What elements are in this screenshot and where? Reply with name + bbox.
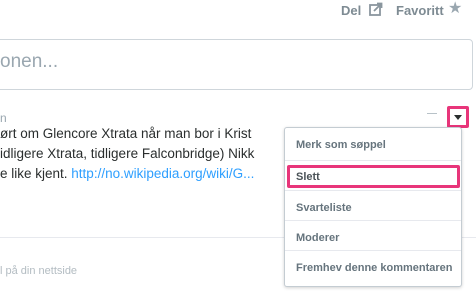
comment-author-fragment: n (0, 111, 7, 125)
menu-item-moderate[interactable]: Moderer (296, 232, 339, 244)
star-icon[interactable]: ★ (448, 1, 462, 17)
menu-divider (285, 250, 461, 251)
comment-input-placeholder: onen... (0, 51, 59, 72)
collapse-icon[interactable] (427, 113, 437, 114)
comment-input[interactable] (0, 39, 473, 90)
favorite-button[interactable]: Favoritt (396, 3, 444, 18)
comment-text-line: ørt om Glencore Xtrata når man bor i Kri… (0, 126, 252, 141)
menu-item-mark-spam[interactable]: Merk som søppel (296, 139, 386, 151)
footer-text: l på din nettside (0, 265, 78, 277)
favorite-label: Favoritt (396, 3, 444, 18)
menu-divider (285, 160, 461, 161)
comment-text-line: idligere Xtrata, tidligere Falconbridge)… (0, 146, 255, 161)
comment-link[interactable]: http://no.wikipedia.org/wiki/G... (71, 166, 254, 181)
comment-actions-menu: Merk som søppel Slett Svarteliste Modere… (284, 127, 462, 287)
menu-item-blacklist[interactable]: Svarteliste (296, 202, 352, 214)
share-label: Del (341, 3, 362, 18)
share-icon[interactable] (369, 2, 383, 16)
chevron-down-icon (454, 115, 462, 120)
menu-item-delete[interactable]: Slett (296, 171, 320, 183)
comment-menu-toggle-button[interactable] (447, 106, 469, 128)
menu-divider (285, 190, 461, 191)
menu-divider (285, 220, 461, 221)
menu-item-feature-comment[interactable]: Fremhev denne kommentaren (296, 262, 453, 274)
comment-text-fragment: e like kjent. (0, 166, 72, 181)
share-button[interactable]: Del (341, 3, 361, 18)
comment-text-line: e like kjent. http://no.wikipedia.org/wi… (0, 164, 254, 184)
